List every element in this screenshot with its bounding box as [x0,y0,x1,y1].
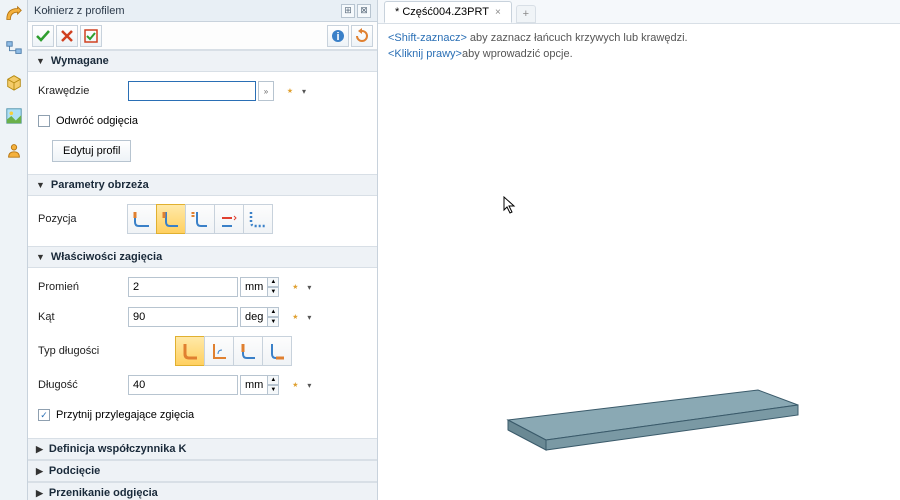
section-k-header[interactable]: ▶ Definicja współczynnika K [28,438,377,460]
lengthtype-label: Typ długości [38,345,128,357]
section-podciecie-title: Podcięcie [49,465,100,477]
tool-user-icon[interactable] [4,140,24,160]
hint2-text: aby wprowadzić opcje. [462,48,573,60]
section-params-header[interactable]: ▼ Parametry obrzeża [28,174,377,196]
length-input[interactable] [128,375,238,395]
radius-label: Promień [38,281,128,293]
radius-input[interactable] [128,277,238,297]
angle-unit[interactable]: deg [240,307,268,327]
tool-box-icon[interactable] [4,72,24,92]
lengthtype-option-1[interactable] [175,336,205,366]
edges-label: Krawędzie [38,85,128,97]
tool-tree-icon[interactable] [4,38,24,58]
lengthtype-option-3[interactable] [233,336,263,366]
viewport: * Część004.Z3PRT × + <Shift-zaznacz> aby… [378,0,900,500]
panel-options-icon[interactable]: ⊞ [341,4,355,18]
reverse-label: Odwróć odgięcia [56,115,138,127]
angle-spin-up[interactable]: ▲ [267,307,279,317]
radius-options-icon[interactable]: ⭑ [285,277,305,297]
angle-input[interactable] [128,307,238,327]
section-przenikanie-header[interactable]: ▶ Przenikanie odgięcia [28,482,377,500]
new-tab-button[interactable]: + [516,5,536,23]
section-k-title: Definicja współczynnika K [49,443,187,455]
panel-title-text: Kołnierz z profilem [34,5,124,17]
info-button[interactable]: i [327,25,349,47]
angle-options-icon[interactable]: ⭑ [285,307,305,327]
section-params-title: Parametry obrzeża [51,179,149,191]
expand-icon: ▼ [36,252,45,262]
length-options-icon[interactable]: ⭑ [285,375,305,395]
properties-panel: Kołnierz z profilem ⊞ ⊠ i ▼ Wymagane [28,0,378,500]
hints: <Shift-zaznacz> aby zaznacz łańcuch krzy… [378,24,900,68]
tool-profile-icon[interactable] [4,4,24,24]
lengthtype-option-4[interactable] [262,336,292,366]
length-label: Długość [38,379,128,391]
collapse-icon: ▶ [36,444,43,455]
hint1-key: <Shift-zaznacz> [388,32,467,44]
angle-spin-down[interactable]: ▼ [267,317,279,327]
trim-checkbox[interactable]: ✓ [38,409,50,421]
edges-input[interactable] [128,81,256,101]
hint2-key: <Kliknij prawy> [388,48,462,60]
collapse-icon: ▶ [36,488,43,499]
side-toolbar [0,0,28,500]
hint1-text: aby zaznacz łańcuch krzywych lub krawędz… [467,32,688,44]
section-required-title: Wymagane [51,55,109,67]
length-spin-down[interactable]: ▼ [267,385,279,395]
section-przenikanie-title: Przenikanie odgięcia [49,487,158,499]
tab-label: * Część004.Z3PRT [395,6,489,18]
reverse-checkbox[interactable] [38,115,50,127]
edges-expand-icon[interactable]: » [258,81,274,101]
position-label: Pozycja [38,213,128,225]
position-option-3[interactable] [185,204,215,234]
radius-unit[interactable]: mm [240,277,268,297]
angle-label: Kąt [38,311,128,323]
tool-scene-icon[interactable] [4,106,24,126]
position-option-4[interactable] [214,204,244,234]
position-option-5[interactable] [243,204,273,234]
length-unit[interactable]: mm [240,375,268,395]
section-bendprops-title: Właściwości zagięcia [51,251,162,263]
ok-button[interactable] [32,25,54,47]
apply-button[interactable] [80,25,102,47]
edges-options-icon[interactable]: ⭑ [280,81,300,101]
reset-button[interactable] [351,25,373,47]
position-option-1[interactable] [127,204,157,234]
cancel-button[interactable] [56,25,78,47]
panel-titlebar: Kołnierz z profilem ⊞ ⊠ [28,0,377,22]
length-spin-up[interactable]: ▲ [267,375,279,385]
lengthtype-option-2[interactable] [204,336,234,366]
model-plate [478,370,818,460]
cursor-icon [503,196,519,216]
3d-canvas[interactable] [378,68,900,500]
edit-profile-button[interactable]: Edytuj profil [52,140,131,162]
tab-bar: * Część004.Z3PRT × + [378,0,900,24]
tab-close-icon[interactable]: × [495,7,501,18]
panel-toolbar: i [28,22,377,50]
svg-text:i: i [336,31,339,43]
radius-spin-down[interactable]: ▼ [267,287,279,297]
section-podciecie-header[interactable]: ▶ Podcięcie [28,460,377,482]
collapse-icon: ▶ [36,466,43,477]
position-option-2[interactable] [156,204,186,234]
panel-close-icon[interactable]: ⊠ [357,4,371,18]
expand-icon: ▼ [36,56,45,66]
lengthtype-options [176,336,292,366]
document-tab[interactable]: * Część004.Z3PRT × [384,1,512,23]
radius-spin-up[interactable]: ▲ [267,277,279,287]
expand-icon: ▼ [36,180,45,190]
section-bendprops-header[interactable]: ▼ Właściwości zagięcia [28,246,377,268]
section-required-header[interactable]: ▼ Wymagane [28,50,377,72]
trim-label: Przytnij przylegające zgięcia [56,409,194,421]
position-options [128,204,273,234]
